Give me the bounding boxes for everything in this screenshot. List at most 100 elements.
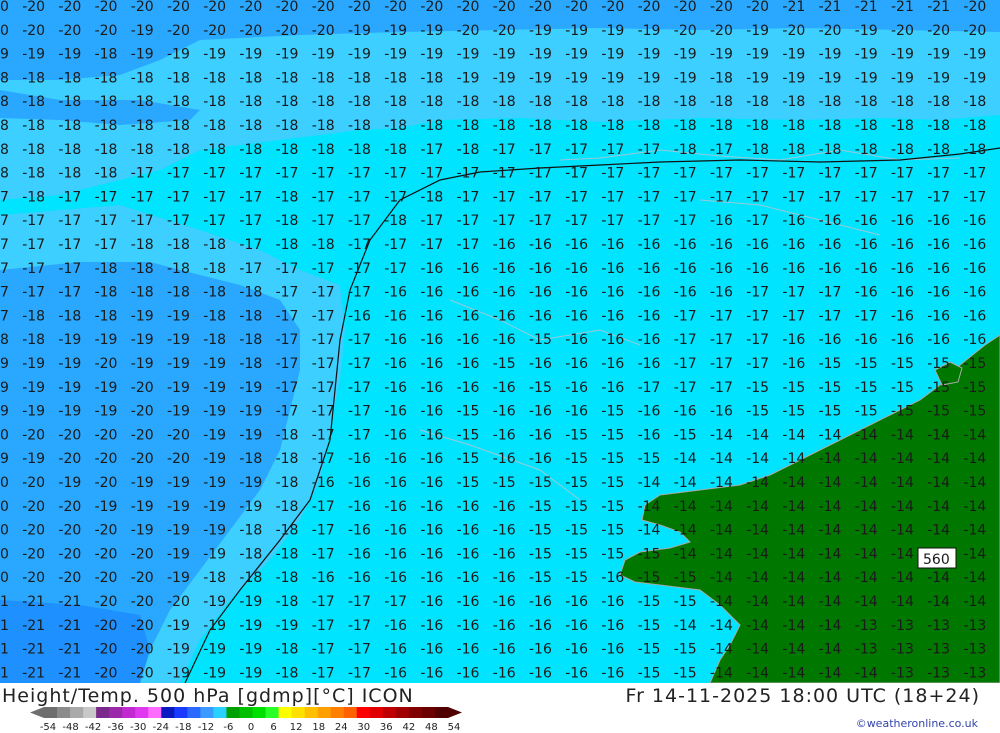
temp-value: -16 xyxy=(420,570,443,586)
temp-value: -18 xyxy=(529,118,552,134)
temp-value: -17 xyxy=(22,261,45,277)
temp-value: -17 xyxy=(638,142,661,158)
temp-value: -15 xyxy=(963,356,986,372)
legend-color-step xyxy=(226,707,240,718)
temp-value: -16 xyxy=(457,665,480,681)
temp-value: -16 xyxy=(493,451,516,467)
temp-value: -16 xyxy=(601,570,624,586)
temp-value: -17 xyxy=(710,142,733,158)
temp-value: -17 xyxy=(674,356,697,372)
temp-value: -13 xyxy=(855,618,878,634)
temp-value: -14 xyxy=(891,594,914,610)
temp-value: -16 xyxy=(782,261,805,277)
temp-value: -16 xyxy=(927,237,950,253)
temp-value: -18 xyxy=(239,118,262,134)
temp-value: -14 xyxy=(855,594,878,610)
temp-value: -17 xyxy=(312,451,335,467)
temp-value: -18 xyxy=(95,261,118,277)
temp-value: -15 xyxy=(674,665,697,681)
temp-value: -17 xyxy=(348,427,371,443)
temp-value: -20 xyxy=(22,523,45,539)
temp-value: -17 xyxy=(348,356,371,372)
temp-value: -18 xyxy=(746,142,769,158)
temp-value: -17 xyxy=(131,189,154,205)
legend-color-bar xyxy=(30,707,462,718)
temp-value: -17 xyxy=(312,665,335,681)
temp-value: -20 xyxy=(0,23,9,39)
temp-value: -16 xyxy=(674,404,697,420)
temp-value: -15 xyxy=(855,356,878,372)
temp-value: -17 xyxy=(167,189,190,205)
temp-value: -18 xyxy=(239,285,262,301)
map-footer: Height/Temp. 500 hPa [gdmp][°C] ICON Fr … xyxy=(0,683,1000,733)
temp-value: -16 xyxy=(493,642,516,658)
legend-color-step xyxy=(304,707,319,718)
temp-value: -17 xyxy=(276,285,299,301)
temp-value: -16 xyxy=(420,475,443,491)
temp-value: -18 xyxy=(0,118,9,134)
temp-value: -16 xyxy=(855,261,878,277)
temp-value: -19 xyxy=(674,47,697,63)
temp-value: -21 xyxy=(0,665,9,681)
temp-value: -15 xyxy=(746,404,769,420)
temp-value: -17 xyxy=(891,166,914,182)
temp-value: -19 xyxy=(167,665,190,681)
temp-value: -17 xyxy=(312,427,335,443)
temp-value: -16 xyxy=(819,237,842,253)
legend-color-step xyxy=(44,707,58,718)
temp-value: -20 xyxy=(22,475,45,491)
temp-value: -14 xyxy=(746,594,769,610)
temp-value: -20 xyxy=(638,0,661,15)
temp-value: -21 xyxy=(58,594,81,610)
temp-value: -14 xyxy=(710,475,733,491)
temp-value: -17 xyxy=(782,166,805,182)
temp-value: -20 xyxy=(131,618,154,634)
temp-value: -17 xyxy=(420,142,443,158)
temp-value: -18 xyxy=(95,94,118,110)
temp-value: -14 xyxy=(855,570,878,586)
temp-value: -17 xyxy=(746,213,769,229)
temp-value: -19 xyxy=(167,404,190,420)
temp-value: -16 xyxy=(493,570,516,586)
temp-value: -16 xyxy=(565,380,588,396)
temp-value: -17 xyxy=(457,189,480,205)
temp-value: -17 xyxy=(312,332,335,348)
temp-value: -18 xyxy=(674,94,697,110)
temp-value: -17 xyxy=(855,166,878,182)
temp-value: -17 xyxy=(239,189,262,205)
legend-tick-label: 36 xyxy=(380,722,393,733)
temp-value: -15 xyxy=(565,570,588,586)
temp-value: -18 xyxy=(95,285,118,301)
temp-value: -20 xyxy=(131,404,154,420)
temp-value: -14 xyxy=(927,451,950,467)
temp-value: -18 xyxy=(167,118,190,134)
temp-value: -18 xyxy=(203,570,226,586)
temp-value: -21 xyxy=(22,618,45,634)
credit-link[interactable]: ©weatheronline.co.uk xyxy=(856,717,978,730)
temp-value: -19 xyxy=(203,546,226,562)
temp-value: -18 xyxy=(963,142,986,158)
temp-value: -19 xyxy=(746,47,769,63)
temp-value: -19 xyxy=(239,642,262,658)
temp-value: -19 xyxy=(203,618,226,634)
temp-value: -14 xyxy=(891,451,914,467)
temp-value: -18 xyxy=(855,94,878,110)
temp-value: -19 xyxy=(22,404,45,420)
temp-value: -20 xyxy=(529,0,552,15)
temp-value: -20 xyxy=(95,618,118,634)
temp-value: -17 xyxy=(674,166,697,182)
legend-color-step xyxy=(252,707,267,718)
temp-value: -15 xyxy=(529,570,552,586)
temp-value: -18 xyxy=(276,475,299,491)
temp-value: -18 xyxy=(203,118,226,134)
temp-value: -17 xyxy=(529,189,552,205)
temp-value: -18 xyxy=(167,142,190,158)
temp-value: -15 xyxy=(819,356,842,372)
temp-value: -14 xyxy=(927,594,950,610)
temp-value: -16 xyxy=(927,213,950,229)
temp-value: -18 xyxy=(276,142,299,158)
temp-value: -20 xyxy=(0,0,9,15)
temp-value: -14 xyxy=(710,427,733,443)
temp-value: -17 xyxy=(0,261,9,277)
temp-value: -17 xyxy=(710,189,733,205)
